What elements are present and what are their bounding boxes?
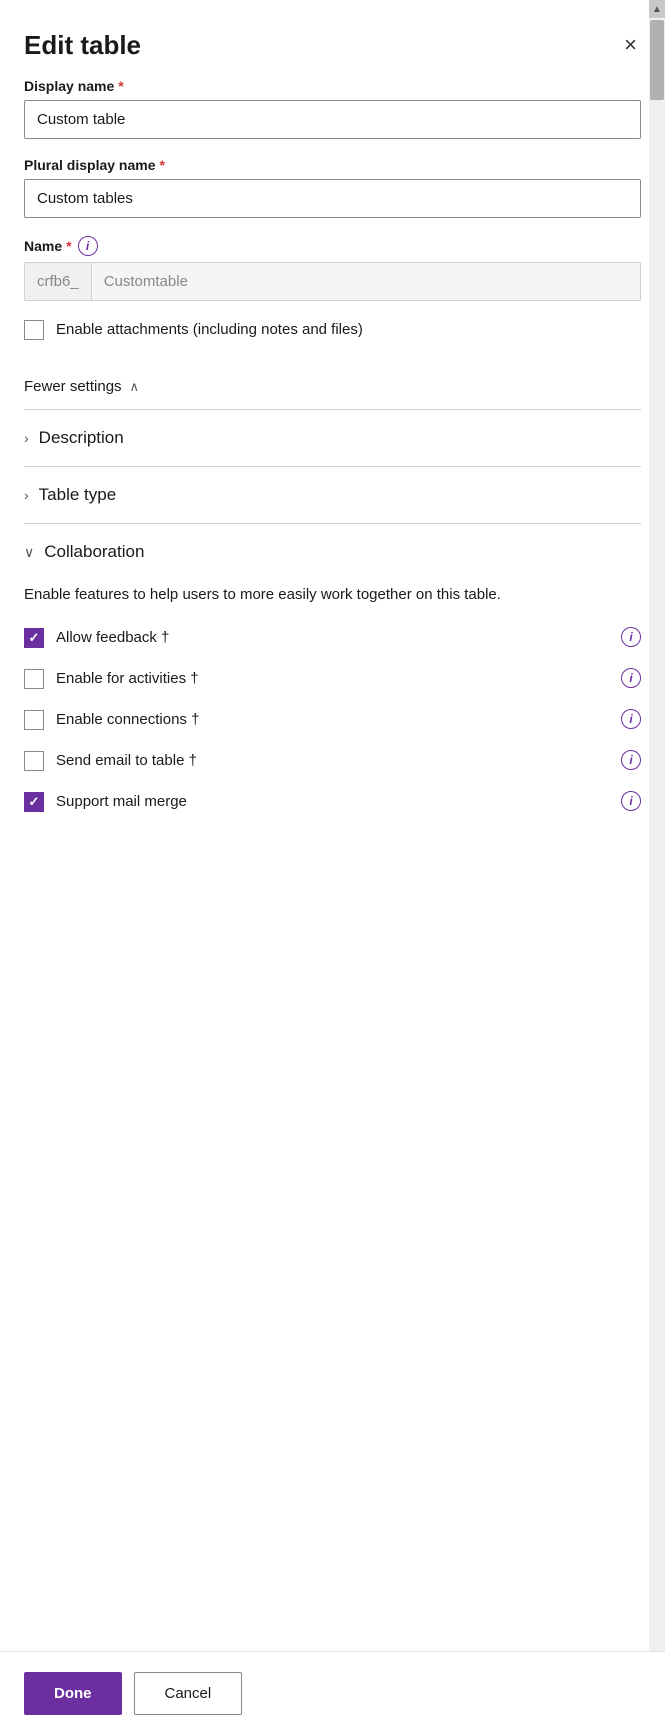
display-name-input[interactable] xyxy=(24,100,641,139)
support-mail-merge-label: Support mail merge xyxy=(56,793,187,810)
name-input-group: crfb6_ Customtable xyxy=(24,262,641,301)
scrollbar[interactable]: ▲ ▼ xyxy=(649,0,665,1735)
support-mail-merge-info-icon[interactable]: i xyxy=(621,791,641,811)
collab-left-send-email: Send email to table † xyxy=(24,750,197,771)
collab-left-enable-activities: Enable for activities † xyxy=(24,668,199,689)
collaboration-section-toggle[interactable]: ∨ Collaboration xyxy=(24,524,641,580)
done-button[interactable]: Done xyxy=(24,1672,122,1715)
enable-connections-label: Enable connections † xyxy=(56,711,199,728)
plural-display-name-required: * xyxy=(160,157,165,173)
name-label: Name * xyxy=(24,238,72,254)
collaboration-content: Enable features to help users to more ea… xyxy=(24,580,641,812)
send-email-label: Send email to table † xyxy=(56,752,197,769)
name-label-row: Name * i xyxy=(24,236,641,256)
send-email-checkbox[interactable] xyxy=(24,751,44,771)
collab-left-enable-connections: Enable connections † xyxy=(24,709,199,730)
fewer-settings-toggle[interactable]: Fewer settings ∧ xyxy=(24,364,641,409)
fewer-settings-arrow: ∧ xyxy=(130,379,140,395)
support-mail-merge-checkbox[interactable] xyxy=(24,792,44,812)
enable-activities-label: Enable for activities † xyxy=(56,670,199,687)
enable-activities-checkbox[interactable] xyxy=(24,669,44,689)
attachments-checkbox[interactable] xyxy=(24,320,44,340)
name-field-group: Name * i crfb6_ Customtable xyxy=(24,236,641,301)
collaboration-arrow: ∨ xyxy=(24,544,34,561)
description-section-toggle[interactable]: › Description xyxy=(24,410,641,466)
collab-item-allow-feedback: Allow feedback † i xyxy=(24,627,641,648)
description-arrow: › xyxy=(24,430,29,446)
collab-item-enable-activities: Enable for activities † i xyxy=(24,668,641,689)
display-name-required: * xyxy=(118,78,123,94)
plural-display-name-input[interactable] xyxy=(24,179,641,218)
description-label: Description xyxy=(39,428,124,448)
allow-feedback-checkbox[interactable] xyxy=(24,628,44,648)
collaboration-label: Collaboration xyxy=(44,542,144,562)
name-required: * xyxy=(66,238,71,254)
display-name-field-group: Display name * xyxy=(24,78,641,139)
name-prefix: crfb6_ xyxy=(25,263,92,300)
attachments-label: Enable attachments (including notes and … xyxy=(56,319,363,340)
panel-title: Edit table xyxy=(24,30,141,61)
scrollbar-thumb[interactable] xyxy=(650,20,664,100)
allow-feedback-info-icon[interactable]: i xyxy=(621,627,641,647)
collab-item-enable-connections: Enable connections † i xyxy=(24,709,641,730)
name-value: Customtable xyxy=(92,263,640,300)
panel-footer: Done Cancel xyxy=(0,1651,665,1735)
table-type-section-toggle[interactable]: › Table type xyxy=(24,467,641,523)
name-info-icon[interactable]: i xyxy=(78,236,98,256)
panel-header: Edit table × xyxy=(0,0,665,78)
attachments-checkbox-row: Enable attachments (including notes and … xyxy=(24,319,641,340)
panel-content: Display name * Plural display name * Nam… xyxy=(0,78,665,1735)
plural-display-name-field-group: Plural display name * xyxy=(24,157,641,218)
enable-connections-checkbox[interactable] xyxy=(24,710,44,730)
allow-feedback-label: Allow feedback † xyxy=(56,629,169,646)
collab-left-support-mail-merge: Support mail merge xyxy=(24,791,187,812)
collab-item-support-mail-merge: Support mail merge i xyxy=(24,791,641,812)
edit-table-panel: ▲ ▼ Edit table × Display name * Plural d… xyxy=(0,0,665,1735)
send-email-info-icon[interactable]: i xyxy=(621,750,641,770)
enable-connections-info-icon[interactable]: i xyxy=(621,709,641,729)
collab-item-send-email: Send email to table † i xyxy=(24,750,641,771)
plural-display-name-label: Plural display name * xyxy=(24,157,641,173)
close-button[interactable]: × xyxy=(620,28,641,62)
collab-left-allow-feedback: Allow feedback † xyxy=(24,627,169,648)
table-type-label: Table type xyxy=(39,485,117,505)
display-name-label: Display name * xyxy=(24,78,641,94)
fewer-settings-label: Fewer settings xyxy=(24,378,122,395)
cancel-button[interactable]: Cancel xyxy=(134,1672,243,1715)
collaboration-description: Enable features to help users to more ea… xyxy=(24,584,641,607)
enable-activities-info-icon[interactable]: i xyxy=(621,668,641,688)
table-type-arrow: › xyxy=(24,487,29,503)
scrollbar-up-arrow[interactable]: ▲ xyxy=(649,0,665,18)
